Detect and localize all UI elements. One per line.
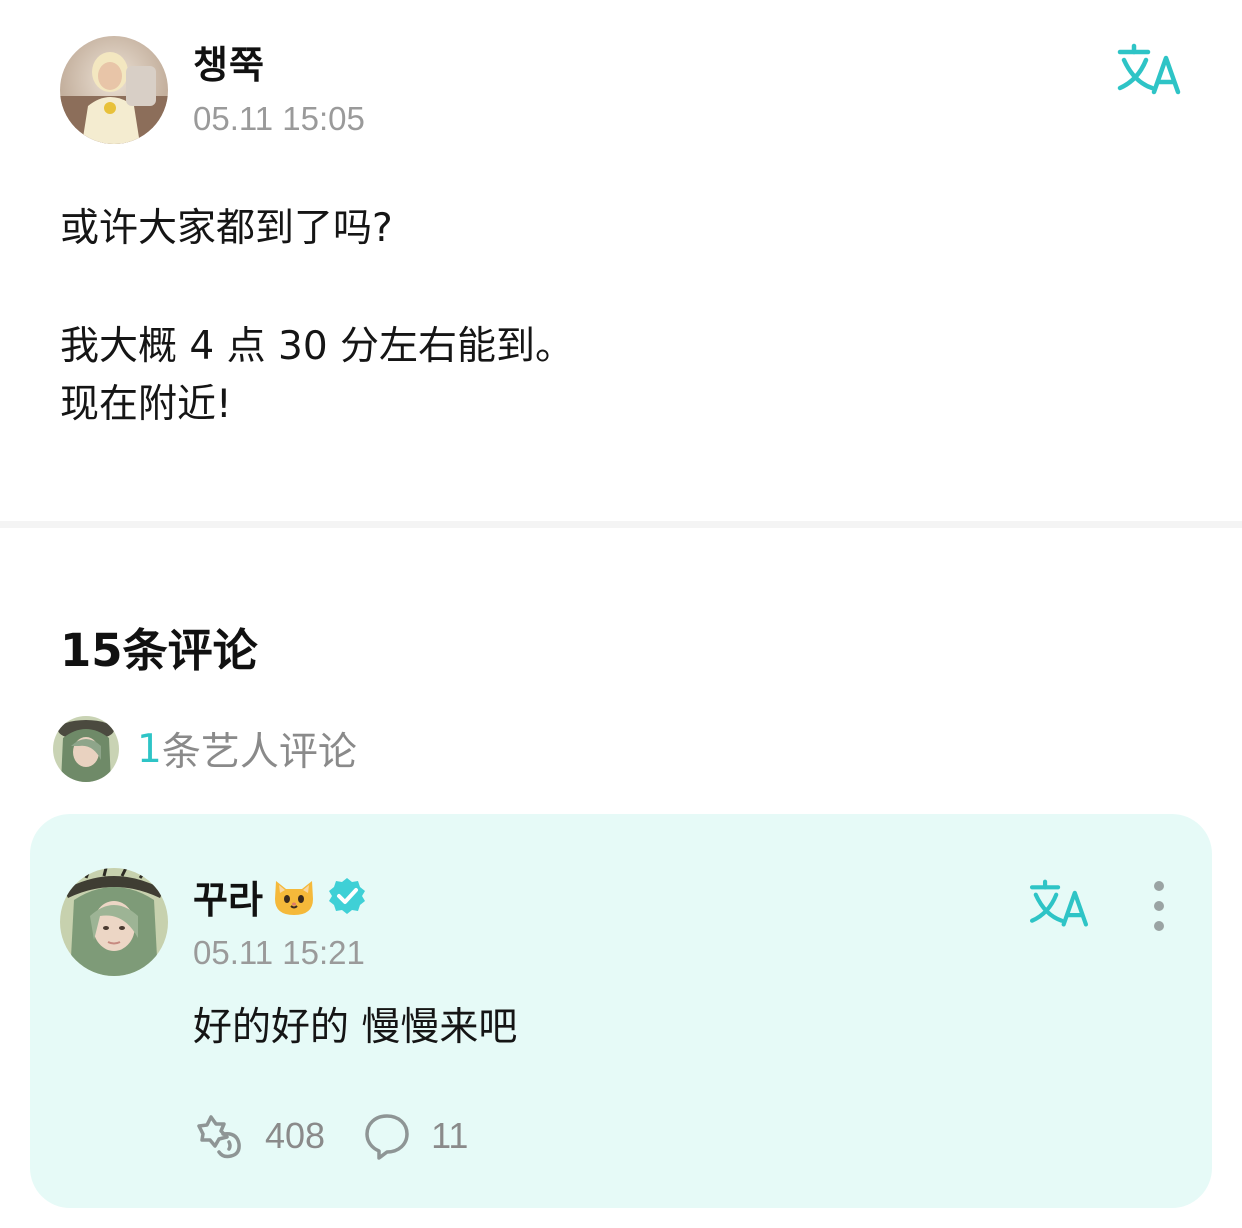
comment-timestamp: 05.11 15:21 [193,934,365,971]
like-count: 408 [265,1115,326,1156]
reply-button[interactable]: 11 [363,1112,468,1160]
cat-face-icon [274,881,313,915]
artist-comment-label: 条艺人评论 [161,730,357,775]
author-name[interactable]: 챙쭉 [193,34,265,89]
comment-actions: 408 11 [193,1110,468,1162]
section-divider [0,521,1242,528]
artist-comment-number: 1 [137,726,162,772]
translate-icon[interactable] [1028,878,1090,930]
artist-avatar [53,716,119,782]
post-line: 现在附近! [60,382,232,427]
post-line: 或许大家都到了吗? [60,206,393,251]
comment-text: 好的好的 慢慢来吧 [193,1005,518,1050]
post-detail-page: 챙쭉 05.11 15:05 或许大家都到了吗? 我大概 4 点 30 分左右能… [0,0,1242,1228]
author-avatar[interactable] [60,36,168,144]
more-options-icon[interactable] [1142,880,1176,932]
verified-badge-icon [328,878,365,914]
like-button[interactable]: 408 [193,1112,325,1160]
translate-icon[interactable] [1116,42,1182,98]
post-timestamp: 05.11 15:05 [193,100,365,137]
like-icon [197,1115,241,1159]
comment-count-heading: 15条评论 [60,624,258,677]
commenter-name[interactable]: 꾸라 [193,869,263,924]
comment-bubble-icon [365,1114,409,1160]
commenter-avatar[interactable] [60,868,168,976]
post-line: 我大概 4 点 30 分左右能到。 [60,324,575,369]
artist-comments-filter[interactable]: 1 条艺人评论 [53,716,357,782]
post-body: 或许大家都到了吗? 我大概 4 点 30 分左右能到。 现在附近! [60,200,574,434]
commenter-header: 꾸라 [193,868,367,924]
reply-count: 11 [431,1115,469,1156]
